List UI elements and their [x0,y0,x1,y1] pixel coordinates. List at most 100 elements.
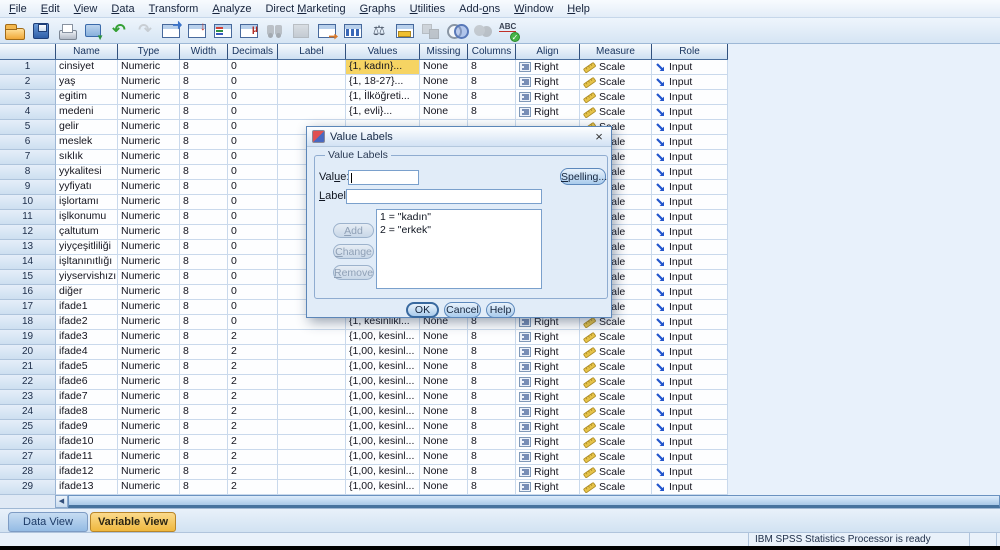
cell-decimals[interactable]: 2 [228,420,278,435]
row-number[interactable]: 12 [0,225,56,240]
cell-role[interactable]: Input [652,75,728,90]
menu-add-ons[interactable]: Add-ons [452,1,507,17]
cell-name[interactable]: ifade2 [56,315,118,330]
remove-button[interactable]: Remove [333,265,374,280]
cell-missing[interactable]: None [420,90,468,105]
cell-width[interactable]: 8 [180,405,228,420]
row-number[interactable]: 17 [0,300,56,315]
redo-button[interactable] [132,19,158,43]
cell-name[interactable]: medeni [56,105,118,120]
menu-transform[interactable]: Transform [142,1,206,17]
cell-decimals[interactable]: 0 [228,285,278,300]
goto-case-button[interactable] [158,19,184,43]
cell-label[interactable] [278,60,346,75]
cell-type[interactable]: Numeric [118,285,180,300]
cell-name[interactable]: yaş [56,75,118,90]
dialog-title-bar[interactable]: Value Labels × [307,127,611,147]
cell-values[interactable]: {1, evli}... [346,105,420,120]
cell-measure[interactable]: Scale [580,480,652,495]
cell-width[interactable]: 8 [180,90,228,105]
cell-width[interactable]: 8 [180,75,228,90]
cell-missing[interactable]: None [420,60,468,75]
menu-help[interactable]: Help [560,1,597,17]
cell-decimals[interactable]: 0 [228,60,278,75]
cell-name[interactable]: işlkonumu [56,210,118,225]
cell-values[interactable]: {1,00, kesinl... [346,435,420,450]
row-number[interactable]: 26 [0,435,56,450]
cell-width[interactable]: 8 [180,375,228,390]
select-cases-button[interactable] [392,19,418,43]
row-number[interactable]: 9 [0,180,56,195]
split-file-button[interactable] [340,19,366,43]
cell-missing[interactable]: None [420,465,468,480]
variables-button[interactable] [210,19,236,43]
row-number[interactable]: 10 [0,195,56,210]
cell-type[interactable]: Numeric [118,105,180,120]
cell-measure[interactable]: Scale [580,405,652,420]
cell-role[interactable]: Input [652,330,728,345]
cell-width[interactable]: 8 [180,165,228,180]
cell-align[interactable]: Right [516,90,580,105]
cell-type[interactable]: Numeric [118,465,180,480]
cell-label[interactable] [278,390,346,405]
cell-align[interactable]: Right [516,60,580,75]
tab-variable-view[interactable]: Variable View [90,512,176,532]
cell-width[interactable]: 8 [180,135,228,150]
cell-type[interactable]: Numeric [118,405,180,420]
cell-width[interactable]: 8 [180,360,228,375]
cell-missing[interactable]: None [420,435,468,450]
cell-values[interactable]: {1,00, kesinl... [346,465,420,480]
cell-decimals[interactable]: 0 [228,180,278,195]
cell-columns[interactable]: 8 [468,450,516,465]
cell-align[interactable]: Right [516,435,580,450]
cell-decimals[interactable]: 0 [228,225,278,240]
cell-align[interactable]: Right [516,420,580,435]
cell-width[interactable]: 8 [180,270,228,285]
cell-decimals[interactable]: 2 [228,435,278,450]
cell-role[interactable]: Input [652,240,728,255]
cell-name[interactable]: ifade12 [56,465,118,480]
cell-type[interactable]: Numeric [118,345,180,360]
cell-label[interactable] [278,480,346,495]
cell-missing[interactable]: None [420,360,468,375]
spell-check-button[interactable] [496,19,522,43]
cell-width[interactable]: 8 [180,330,228,345]
cell-role[interactable]: Input [652,210,728,225]
row-number[interactable]: 25 [0,420,56,435]
row-number[interactable]: 13 [0,240,56,255]
menu-utilities[interactable]: Utilities [403,1,452,17]
cell-measure[interactable]: Scale [580,450,652,465]
menu-file[interactable]: File [2,1,34,17]
cell-name[interactable]: egitim [56,90,118,105]
cell-values[interactable]: {1, kadın}... [346,60,420,75]
weight-cases-button[interactable] [366,19,392,43]
row-number[interactable]: 29 [0,480,56,495]
horizontal-scrollbar[interactable]: ◀ [0,495,1000,508]
cell-columns[interactable]: 8 [468,405,516,420]
cell-role[interactable]: Input [652,390,728,405]
cell-name[interactable]: ifade3 [56,330,118,345]
cell-name[interactable]: ifade8 [56,405,118,420]
row-number[interactable]: 19 [0,330,56,345]
cell-name[interactable]: meslek [56,135,118,150]
row-number[interactable]: 1 [0,60,56,75]
spelling-button[interactable]: Spelling... [560,168,607,185]
row-number[interactable]: 5 [0,120,56,135]
menu-analyze[interactable]: Analyze [205,1,258,17]
cell-label[interactable] [278,465,346,480]
cell-role[interactable]: Input [652,270,728,285]
scrollbar-thumb[interactable] [68,495,1000,508]
cell-role[interactable]: Input [652,255,728,270]
value-labels-button[interactable] [418,19,444,43]
row-number[interactable]: 2 [0,75,56,90]
row-number[interactable]: 20 [0,345,56,360]
cell-name[interactable]: ifade10 [56,435,118,450]
cell-align[interactable]: Right [516,360,580,375]
cell-role[interactable]: Input [652,135,728,150]
cell-values[interactable]: {1,00, kesinl... [346,390,420,405]
cell-name[interactable]: yykalitesi [56,165,118,180]
tab-data-view[interactable]: Data View [8,512,88,532]
cell-columns[interactable]: 8 [468,345,516,360]
row-number[interactable]: 23 [0,390,56,405]
cell-role[interactable]: Input [652,300,728,315]
